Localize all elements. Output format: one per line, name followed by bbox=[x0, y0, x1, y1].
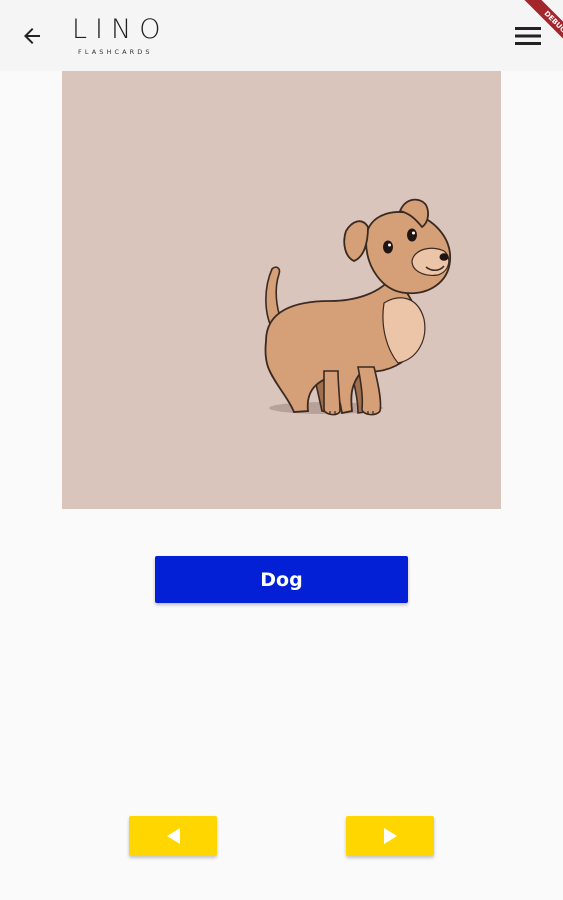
word-button[interactable]: Dog bbox=[155, 556, 408, 603]
debug-ribbon: DEBUG bbox=[503, 0, 563, 60]
app-logo: LINO FLASHCARDS bbox=[72, 14, 182, 60]
previous-button[interactable] bbox=[129, 816, 217, 856]
debug-label: DEBUG bbox=[521, 0, 563, 56]
dog-illustration bbox=[264, 198, 451, 416]
logo-subtitle: FLASHCARDS bbox=[78, 48, 153, 56]
arrow-left-icon bbox=[24, 28, 40, 44]
triangle-left-icon bbox=[166, 828, 180, 844]
app-bar: LINO FLASHCARDS DEBUG bbox=[0, 0, 563, 71]
flashcard-image bbox=[62, 71, 501, 509]
next-button[interactable] bbox=[346, 816, 434, 856]
triangle-right-icon bbox=[383, 828, 397, 844]
logo-text: LINO bbox=[72, 14, 169, 45]
back-button[interactable] bbox=[14, 21, 50, 51]
